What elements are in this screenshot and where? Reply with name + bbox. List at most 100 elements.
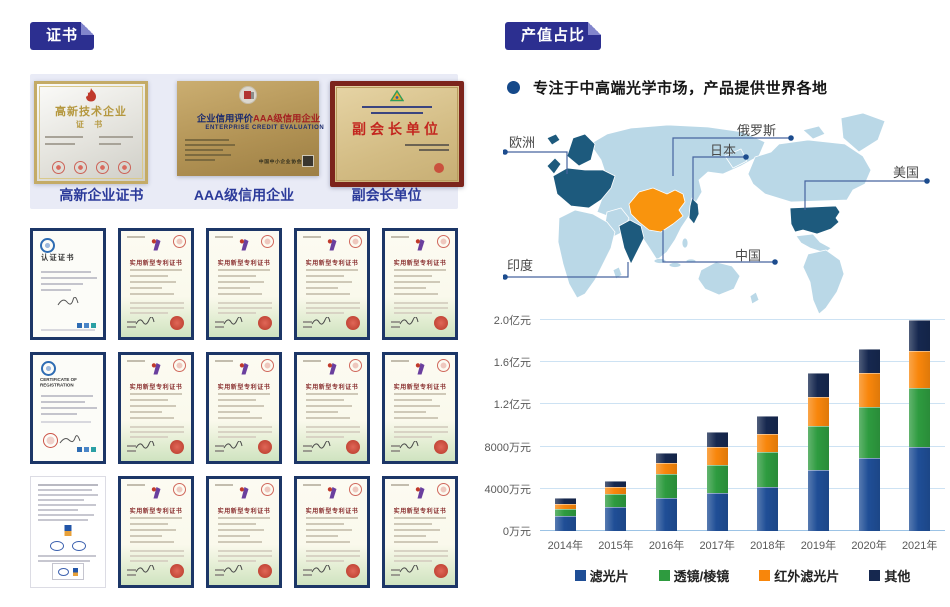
- cnipa-logo-icon: [239, 486, 250, 499]
- signature-icon: [57, 297, 79, 307]
- bar-segment: [808, 373, 829, 397]
- signature-icon: [135, 565, 155, 574]
- text-line: [127, 326, 136, 328]
- legend-swatch: [869, 570, 880, 581]
- text-line: [127, 484, 145, 486]
- chart-x-axis: 2014年2015年2016年2017年2018年2019年2020年2021年: [540, 537, 945, 553]
- patent-certificate: 实用新型专利证书: [206, 476, 282, 588]
- region-new-zealand: [750, 292, 759, 304]
- text-line: [41, 413, 77, 415]
- text-line: [306, 426, 360, 428]
- text-line: [99, 143, 121, 145]
- text-line: [38, 494, 98, 496]
- text-line: [99, 136, 133, 138]
- text-line: [306, 287, 338, 289]
- text-line: [218, 436, 256, 438]
- round-stamp-icon: [437, 359, 450, 372]
- plaque-aaa-title: 企业信用评价AAA级信用企业: [197, 111, 299, 125]
- bar-segment: [656, 474, 677, 498]
- text-line: [306, 302, 360, 304]
- mark-icon: [84, 323, 89, 328]
- text-line: [130, 417, 174, 419]
- map-label: 日本: [710, 140, 736, 159]
- chart-y-axis: 0万元4000万元8000万元1.2亿元1.6亿元2.0亿元: [493, 320, 535, 531]
- signature-icon: [399, 565, 419, 574]
- bar-segment: [859, 349, 880, 373]
- text-line: [45, 136, 83, 138]
- bar-column: [793, 320, 844, 531]
- text-line: [306, 393, 358, 395]
- text-line: [306, 399, 344, 401]
- bar-segment: [909, 447, 930, 531]
- bar-segment: [808, 426, 829, 470]
- text-line: [394, 281, 440, 283]
- text-line: [303, 450, 312, 452]
- text-line: [306, 312, 344, 314]
- patent-cert-title: 实用新型专利证书: [394, 258, 447, 267]
- registration-certificate: CERTIFICATE OF REGISTRATION: [30, 352, 106, 464]
- text-line: [130, 393, 182, 395]
- signature-icon: [223, 565, 243, 574]
- output-value-chart: 0万元4000万元8000万元1.2亿元1.6亿元2.0亿元 2014年2015…: [493, 314, 950, 607]
- callout-dot: [788, 135, 794, 141]
- national-emblem-seal-icon: [258, 440, 272, 454]
- credit-emblem-icon: [239, 86, 257, 104]
- text-line: [218, 555, 272, 557]
- text-line: [394, 555, 448, 557]
- text-line: [38, 504, 96, 506]
- chart-plot: [540, 320, 945, 531]
- signature-icon: [223, 441, 243, 450]
- section-tag-label: 证书: [46, 27, 78, 44]
- cn-cert-title: 认证证书: [41, 252, 75, 262]
- national-emblem-seal-icon: [258, 316, 272, 330]
- report-document: [30, 476, 106, 588]
- text-line: [130, 555, 184, 557]
- x-tick-label: 2017年: [692, 537, 743, 553]
- text-line: [38, 555, 96, 557]
- text-line: [130, 405, 176, 407]
- text-line: [41, 271, 91, 273]
- text-line: [303, 326, 312, 328]
- text-line: [185, 154, 231, 156]
- patent-certificate: 实用新型专利证书: [382, 228, 458, 340]
- bar-segment: [909, 388, 930, 447]
- text-line: [394, 399, 432, 401]
- red-seal-icon: [74, 161, 87, 174]
- text-line: [185, 159, 215, 161]
- text-line: [130, 560, 168, 562]
- bar-column: [894, 320, 945, 531]
- bar-column: [844, 320, 895, 531]
- text-line: [306, 555, 360, 557]
- bar-segment: [707, 493, 728, 531]
- text-line: [394, 417, 438, 419]
- stacked-bar: [605, 320, 626, 531]
- text-line: [306, 436, 344, 438]
- bar-segment: [909, 351, 930, 388]
- text-line: [303, 236, 321, 238]
- text-line: [405, 144, 449, 146]
- bar-segment: [707, 465, 728, 493]
- text-line: [391, 326, 400, 328]
- plaque-vice-president-unit: 副会长单位: [330, 81, 464, 187]
- bar-column: [641, 320, 692, 531]
- text-line: [41, 421, 91, 423]
- text-line: [394, 523, 432, 525]
- red-seal-icon: [43, 433, 58, 448]
- bar-column: [743, 320, 794, 531]
- text-line: [394, 312, 432, 314]
- region-uk: [547, 158, 561, 174]
- text-line: [130, 541, 174, 543]
- mark-icon: [91, 323, 96, 328]
- text-line: [303, 360, 321, 362]
- national-emblem-seal-icon: [346, 440, 360, 454]
- association-name: 中国中小企业协会: [259, 158, 302, 165]
- text-line: [38, 499, 84, 501]
- aaa-title-red: AAA级信用企业: [253, 113, 320, 124]
- text-line: [391, 236, 409, 238]
- text-line: [218, 411, 250, 413]
- patent-certificate: 实用新型专利证书: [294, 352, 370, 464]
- text-line: [41, 329, 95, 331]
- text-line: [218, 417, 262, 419]
- oval-logo-icon: [58, 568, 69, 576]
- text-line: [306, 269, 358, 271]
